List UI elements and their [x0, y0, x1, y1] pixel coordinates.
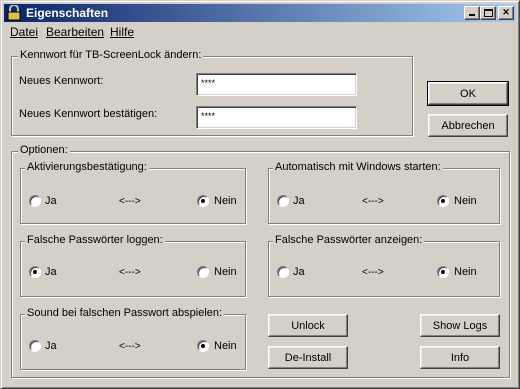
- sound-nein-radio[interactable]: [197, 340, 209, 352]
- close-icon: ✕: [502, 7, 510, 17]
- autostart-nein-label: Nein: [454, 195, 477, 207]
- deinstall-button[interactable]: De-Install: [268, 346, 348, 369]
- log-wrong-passwords-arrow: <--->: [119, 267, 141, 278]
- show-wrong-passwords-arrow: <--->: [362, 267, 384, 278]
- sound-arrow: <--->: [119, 341, 141, 352]
- new-password-label: Neues Kennwort:: [19, 75, 104, 87]
- activation-confirm-nein-radio[interactable]: [197, 195, 209, 207]
- autostart-arrow: <--->: [362, 196, 384, 207]
- autostart-nein-radio[interactable]: [437, 195, 449, 207]
- sound-nein-label: Nein: [214, 340, 237, 352]
- activation-confirm-ja-radio[interactable]: [29, 195, 41, 207]
- log-wrong-passwords-ja-label: Ja: [45, 266, 57, 278]
- minimize-icon: [469, 14, 475, 16]
- maximize-icon: [483, 9, 493, 17]
- show-wrong-passwords-ja-label: Ja: [293, 266, 305, 278]
- show-wrong-passwords-ja-radio[interactable]: [277, 266, 289, 278]
- show-logs-button[interactable]: Show Logs: [420, 314, 500, 337]
- sound-legend: Sound bei falschen Passwort abspielen:: [25, 307, 225, 319]
- properties-window: Eigenschaften ✕ Datei Bearbeiten Hilfe K…: [0, 0, 520, 389]
- cancel-button[interactable]: Abbrechen: [428, 114, 508, 137]
- menu-bar: Datei Bearbeiten Hilfe: [4, 23, 516, 41]
- log-wrong-passwords-nein-label: Nein: [214, 266, 237, 278]
- show-wrong-passwords-legend: Falsche Passwörter anzeigen:: [273, 234, 425, 246]
- log-wrong-passwords-nein-radio[interactable]: [197, 266, 209, 278]
- menu-hilfe[interactable]: Hilfe: [110, 25, 134, 39]
- activation-confirm-arrow: <--->: [119, 196, 141, 207]
- menu-datei[interactable]: Datei: [10, 25, 38, 39]
- title-bar[interactable]: Eigenschaften ✕: [4, 4, 516, 22]
- log-wrong-passwords-legend: Falsche Passwörter loggen:: [25, 234, 165, 246]
- sound-ja-radio[interactable]: [29, 340, 41, 352]
- activation-confirm-legend: Aktivierungsbestätigung:: [25, 161, 149, 173]
- confirm-password-field[interactable]: ****: [196, 106, 357, 129]
- lock-icon: [7, 4, 23, 21]
- activation-confirm-ja-label: Ja: [45, 195, 57, 207]
- show-wrong-passwords-nein-label: Nein: [454, 266, 477, 278]
- options-group-legend: Optionen:: [18, 144, 70, 156]
- ok-button[interactable]: OK: [427, 81, 509, 106]
- sound-ja-label: Ja: [45, 340, 57, 352]
- autostart-ja-label: Ja: [293, 195, 305, 207]
- password-group-legend: Kennwort für TB-ScreenLock ändern:: [18, 49, 204, 61]
- confirm-password-label: Neues Kennwort bestätigen:: [19, 108, 158, 120]
- new-password-field[interactable]: ****: [196, 73, 357, 96]
- menu-bearbeiten[interactable]: Bearbeiten: [46, 25, 104, 39]
- info-button[interactable]: Info: [420, 346, 500, 369]
- window-title: Eigenschaften: [26, 6, 109, 20]
- log-wrong-passwords-ja-radio[interactable]: [29, 266, 41, 278]
- unlock-button[interactable]: Unlock: [268, 314, 348, 337]
- show-wrong-passwords-nein-radio[interactable]: [437, 266, 449, 278]
- maximize-button[interactable]: [480, 6, 496, 20]
- close-button[interactable]: ✕: [498, 6, 514, 20]
- autostart-ja-radio[interactable]: [277, 195, 289, 207]
- autostart-legend: Automatisch mit Windows starten:: [273, 161, 443, 173]
- activation-confirm-nein-label: Nein: [214, 195, 237, 207]
- minimize-button[interactable]: [464, 6, 480, 20]
